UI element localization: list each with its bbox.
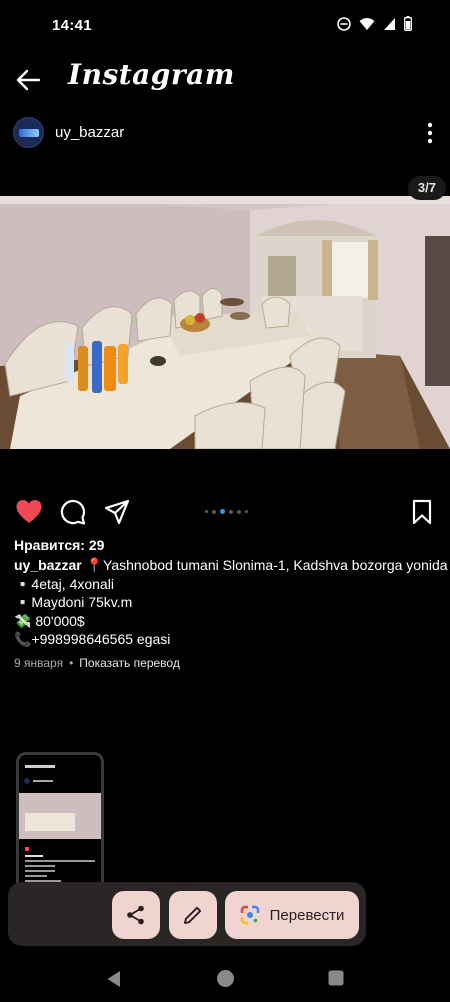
google-lens-icon [240, 905, 259, 925]
avatar-logo [19, 129, 39, 137]
caption-line: ▫️Maydoni 75kv.m [14, 594, 133, 611]
comment-icon[interactable] [59, 498, 87, 526]
system-nav-bar [0, 960, 450, 1002]
edit-button[interactable] [169, 891, 217, 939]
carousel-dot [245, 510, 248, 513]
status-icons [337, 16, 412, 31]
carousel-dot [237, 509, 241, 514]
carousel-indicator [205, 509, 248, 514]
caption-line: uy_bazzar 📍Yashnobod tumani Slonima-1, K… [14, 556, 448, 575]
share-icon [127, 905, 144, 925]
caption-text: 📍Yashnobod tumani Slonima-1, Kadshva boz… [85, 557, 448, 573]
nav-recents-icon[interactable] [328, 970, 344, 986]
status-bar: 14:41 [0, 0, 450, 52]
post-meta: 9 января • Показать перевод [14, 656, 180, 670]
avatar[interactable] [13, 117, 44, 148]
carousel-dot-active [220, 509, 225, 514]
caption-line: 💸 80'000$ [14, 612, 85, 629]
app-title: Instagram [68, 58, 235, 91]
nav-back-icon[interactable] [106, 970, 122, 988]
signal-icon [384, 17, 395, 30]
meta-separator: • [69, 656, 74, 670]
carousel-dot [229, 509, 233, 514]
battery-icon [404, 16, 412, 31]
caption-line: 📞+998998646565 egasi [14, 631, 171, 648]
back-arrow-icon[interactable] [14, 66, 42, 94]
post-header: uy_bazzar [0, 112, 450, 154]
carousel-dot [212, 509, 216, 514]
wifi-icon [359, 17, 375, 30]
send-icon[interactable] [103, 498, 131, 526]
likes-count[interactable]: Нравится: 29 [14, 537, 104, 553]
do-not-disturb-icon [337, 16, 351, 31]
heart-icon[interactable] [15, 498, 43, 526]
nav-home-icon[interactable] [216, 969, 235, 988]
show-translation-link[interactable]: Показать перевод [79, 656, 180, 670]
caption-username[interactable]: uy_bazzar [14, 557, 82, 573]
bookmark-icon[interactable] [408, 498, 436, 526]
carousel-dot [205, 510, 208, 513]
post-username[interactable]: uy_bazzar [55, 124, 124, 141]
post-image[interactable] [0, 196, 450, 449]
post-actions [0, 498, 450, 528]
translate-button[interactable]: Перевести [225, 891, 359, 939]
app-bar: Instagram [0, 52, 450, 108]
edit-icon [184, 906, 202, 924]
share-button[interactable] [112, 891, 160, 939]
status-time: 14:41 [52, 17, 92, 34]
image-counter: 3/7 [407, 176, 446, 200]
translate-label: Перевести [269, 906, 345, 924]
post-date: 9 января [14, 656, 64, 670]
post-caption: uy_bazzar 📍Yashnobod tumani Slonima-1, K… [14, 556, 448, 649]
dining-room-photo [0, 196, 450, 449]
caption-line: ▫️4etaj, 4xonali [14, 575, 114, 592]
more-vertical-icon[interactable] [426, 120, 434, 146]
